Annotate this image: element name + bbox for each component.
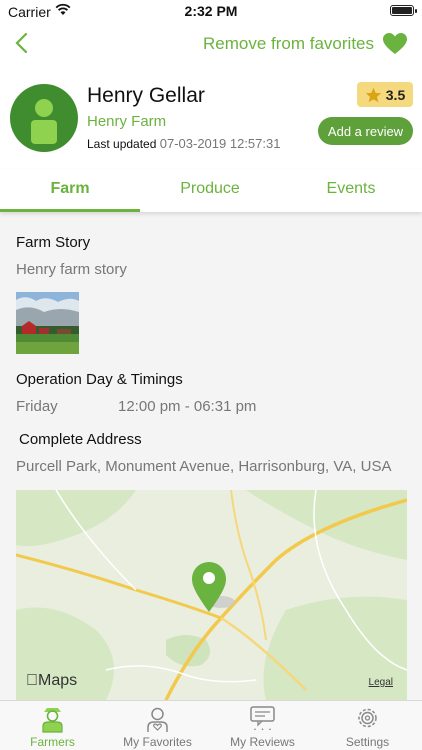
- location-map[interactable]: Maps Legal: [16, 490, 407, 700]
- back-chevron-icon[interactable]: [8, 28, 36, 58]
- rating-badge: 3.5: [357, 82, 413, 107]
- rating-value: 3.5: [385, 86, 406, 103]
- remove-favorite-button[interactable]: Remove from favorites: [203, 34, 374, 54]
- status-bar: Carrier 2:32 PM: [0, 0, 422, 22]
- farmer-profile: Henry Gellar Henry Farm Last updated 07-…: [0, 76, 422, 170]
- tabbar-item-farmers[interactable]: Farmers: [0, 701, 105, 750]
- farmer-icon: [42, 708, 63, 733]
- clock: 2:32 PM: [184, 3, 238, 19]
- segment-tabs: Farm Produce Events: [0, 170, 422, 212]
- last-updated-date: 07-03-2019 12:57:31: [159, 136, 281, 151]
- add-review-button[interactable]: Add a review: [318, 117, 413, 145]
- farm-details: Farm Story Henry farm story Operation Da…: [0, 212, 422, 700]
- farm-photo[interactable]: [16, 292, 79, 354]
- tabbar-label: My Reviews: [230, 735, 295, 749]
- farm-name: Henry Farm: [87, 113, 167, 130]
- maps-logo: Maps: [26, 672, 77, 689]
- tabbar-item-favorites[interactable]: My Favorites: [105, 701, 210, 750]
- battery-icon: [390, 5, 417, 16]
- farm-story-text: Henry farm story: [16, 261, 127, 278]
- nav-bar: Remove from favorites: [0, 22, 422, 66]
- address-text: Purcell Park, Monument Avenue, Harrisonb…: [16, 458, 392, 475]
- last-updated: Last updated 07-03-2019 12:57:31: [87, 136, 280, 151]
- address-title: Complete Address: [19, 431, 142, 448]
- tabbar-label: My Favorites: [123, 735, 192, 749]
- favorites-icon: [147, 707, 168, 732]
- reviews-icon: [250, 706, 275, 730]
- tab-farm[interactable]: Farm: [0, 170, 140, 212]
- heart-icon[interactable]: [382, 32, 408, 56]
- tabbar-item-settings[interactable]: Settings: [315, 701, 420, 750]
- person-icon: [31, 99, 57, 144]
- legal-link[interactable]: Legal: [369, 677, 393, 688]
- tabbar-label: Farmers: [30, 735, 75, 749]
- tab-produce[interactable]: Produce: [140, 170, 280, 212]
- tab-bar: Farmers My Favorites My Reviews Settings: [0, 700, 422, 750]
- last-updated-label: Last updated: [87, 137, 157, 151]
- timings-hours: 12:00 pm - 06:31 pm: [118, 398, 257, 415]
- tabbar-label: Settings: [345, 735, 390, 749]
- timings-day: Friday: [16, 398, 58, 415]
- gear-icon: [358, 708, 377, 728]
- avatar: [10, 84, 78, 152]
- tabbar-item-reviews[interactable]: My Reviews: [210, 701, 315, 750]
- timings-title: Operation Day & Timings: [16, 371, 183, 388]
- farmer-name: Henry Gellar: [87, 84, 205, 107]
- tab-events[interactable]: Events: [281, 170, 421, 212]
- star-icon: [365, 87, 381, 102]
- farm-story-title: Farm Story: [16, 234, 91, 251]
